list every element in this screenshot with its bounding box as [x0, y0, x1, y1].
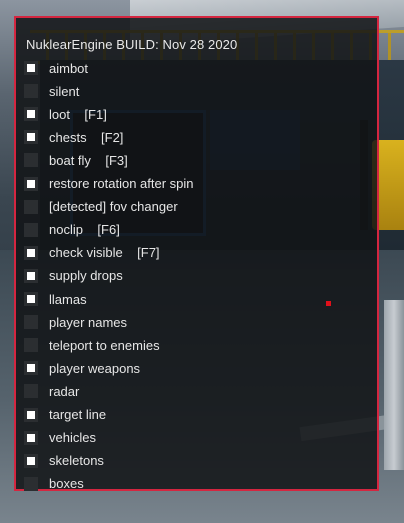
option-row[interactable]: target line — [24, 405, 106, 425]
checkbox[interactable] — [24, 176, 38, 191]
option-row[interactable]: chests [F2] — [24, 127, 123, 147]
option-label: player weapons — [49, 360, 141, 376]
checkbox-tick — [27, 179, 35, 188]
option-row[interactable]: radar — [24, 381, 79, 401]
option-row[interactable]: boxes — [24, 474, 84, 494]
checkbox[interactable] — [24, 199, 38, 214]
option-label: noclip [F6] — [49, 222, 120, 238]
option-row[interactable]: supply drops — [24, 266, 123, 286]
checkbox-tick — [27, 110, 35, 119]
option-row[interactable]: check visible [F7] — [24, 243, 160, 263]
option-label: boxes — [49, 476, 84, 492]
checkbox[interactable] — [24, 476, 38, 491]
checkbox[interactable] — [24, 292, 38, 306]
option-row[interactable]: loot [F1] — [24, 104, 107, 124]
option-label: supply drops — [49, 268, 123, 284]
option-row[interactable]: restore rotation after spin — [24, 174, 194, 194]
checkbox-tick — [27, 410, 35, 419]
checkbox[interactable] — [24, 222, 38, 237]
checkbox[interactable] — [24, 361, 38, 376]
option-row[interactable]: vehicles — [24, 428, 96, 448]
option-row[interactable]: [detected] fov changer — [24, 197, 178, 217]
option-label: restore rotation after spin — [49, 176, 194, 191]
option-label: boat fly [F3] — [49, 152, 128, 168]
option-label: vehicles — [49, 430, 96, 446]
option-label: loot [F1] — [49, 106, 107, 122]
checkbox-tick — [27, 433, 35, 442]
option-row[interactable]: player names — [24, 312, 127, 332]
option-row[interactable]: player weapons — [24, 358, 140, 378]
option-label: radar — [49, 383, 80, 399]
checkbox-tick — [27, 133, 35, 142]
checkbox[interactable] — [24, 268, 38, 283]
checkbox[interactable] — [24, 84, 38, 99]
support-post — [384, 300, 404, 470]
option-label: silent — [49, 83, 80, 99]
checkbox[interactable] — [24, 384, 38, 399]
checkbox[interactable] — [24, 61, 38, 75]
checkbox-tick — [27, 64, 35, 72]
menu-title: NuklearEngine BUILD: Nov 28 2020 — [26, 37, 238, 52]
option-row[interactable]: aimbot — [24, 58, 88, 78]
option-row[interactable]: teleport to enemies — [24, 335, 160, 355]
checkbox[interactable] — [24, 245, 38, 260]
crosshair-marker — [326, 301, 331, 306]
option-label: [detected] fov changer — [49, 199, 178, 215]
option-row[interactable]: silent — [24, 81, 79, 101]
checkbox-tick — [27, 364, 35, 373]
checkbox[interactable] — [24, 130, 38, 145]
option-label: check visible [F7] — [49, 245, 160, 261]
option-row[interactable]: boat fly [F3] — [24, 150, 128, 170]
option-label: aimbot — [49, 60, 89, 76]
checkbox[interactable] — [24, 407, 38, 422]
option-label: llamas — [49, 291, 87, 307]
option-label: skeletons — [49, 453, 104, 469]
option-label: chests [F2] — [49, 129, 124, 145]
option-row[interactable]: skeletons — [24, 451, 104, 471]
checkbox[interactable] — [24, 107, 38, 122]
checkbox[interactable] — [24, 153, 38, 168]
option-row[interactable]: noclip [F6] — [24, 220, 120, 240]
cheat-menu-window[interactable]: NuklearEngine BUILD: Nov 28 2020 aimbot s… — [14, 16, 379, 491]
checkbox-tick — [27, 295, 35, 303]
option-label: teleport to enemies — [49, 337, 160, 353]
checkbox-tick — [27, 456, 35, 465]
checkbox[interactable] — [24, 315, 38, 330]
checkbox[interactable] — [24, 430, 38, 445]
checkbox-tick — [27, 271, 35, 280]
option-row[interactable]: llamas — [24, 289, 87, 309]
option-label: player names — [49, 314, 128, 330]
checkbox[interactable] — [24, 338, 38, 353]
option-label: target line — [49, 407, 107, 422]
checkbox[interactable] — [24, 453, 38, 468]
checkbox-tick — [27, 248, 35, 257]
